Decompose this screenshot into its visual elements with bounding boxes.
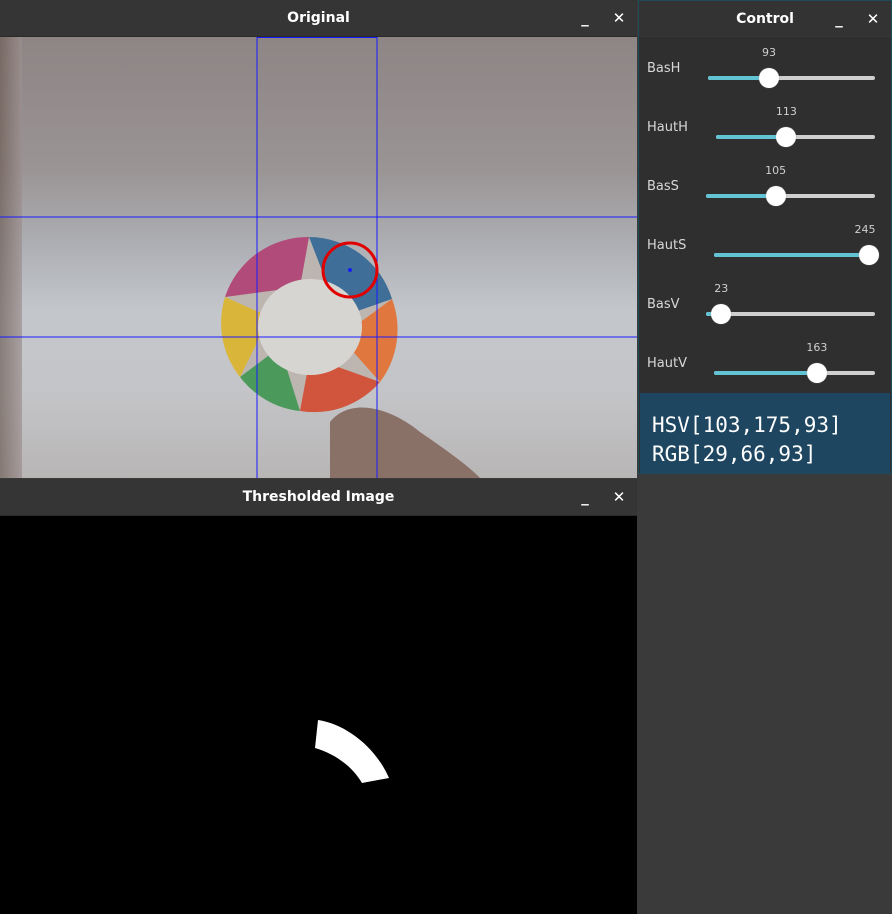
slider-bass: BasS 105: [639, 161, 891, 220]
slider-hauts: HautS 245: [639, 220, 891, 279]
slider-label: BasV: [647, 297, 680, 312]
slider-track[interactable]: [714, 245, 879, 265]
slider-label: HautS: [647, 238, 687, 253]
slider-fill: [714, 253, 869, 257]
slider-value: 23: [714, 282, 729, 295]
close-icon[interactable]: ✕: [609, 8, 629, 28]
slider-label: HautH: [647, 120, 688, 135]
rgb-readout: RGB[29,66,93]: [652, 442, 817, 466]
slider-handle[interactable]: [858, 245, 879, 265]
slider-value: 105: [765, 164, 787, 177]
window-title: Thresholded Image: [242, 489, 395, 505]
slider-label: BasS: [647, 179, 679, 194]
slider-track[interactable]: [716, 127, 875, 147]
slider-handle[interactable]: [806, 363, 827, 383]
slider-handle[interactable]: [765, 186, 786, 206]
slider-value: 93: [761, 46, 776, 59]
slider-handle[interactable]: [711, 304, 732, 324]
mask-blob: [315, 720, 389, 783]
threshold-view[interactable]: [0, 516, 637, 914]
original-window: Original _ ✕: [0, 0, 637, 478]
thresholded-window: Thresholded Image _ ✕: [0, 479, 637, 914]
hsv-readout: HSV[103,175,93]: [652, 413, 842, 437]
hand-shape: [330, 407, 480, 478]
slider-label: HautV: [647, 356, 687, 371]
slider-value: 163: [806, 341, 828, 354]
slider-handle[interactable]: [776, 127, 797, 147]
camera-view[interactable]: [0, 37, 637, 478]
slider-track[interactable]: [714, 363, 875, 383]
slider-hautv: HautV 163: [639, 338, 891, 397]
thresholded-titlebar[interactable]: Thresholded Image _ ✕: [0, 479, 637, 516]
slider-value: 113: [775, 105, 797, 118]
slider-fill: [714, 371, 817, 375]
detection-center-dot: [348, 268, 352, 272]
slider-track[interactable]: [708, 68, 875, 88]
slider-handle[interactable]: [758, 68, 779, 88]
control-window: Control _ ✕ BasH 93 HautH 113 BasS 105 HautS 24…: [638, 0, 892, 474]
minimize-icon[interactable]: _: [575, 8, 595, 28]
window-title: Original: [287, 10, 350, 26]
slider-bash: BasH 93: [639, 43, 891, 102]
control-titlebar[interactable]: Control _ ✕: [639, 1, 891, 39]
slider-basv: BasV 23: [639, 279, 891, 338]
ball: [221, 236, 398, 413]
window-title: Control: [736, 11, 794, 27]
close-icon[interactable]: ✕: [863, 9, 883, 29]
slider-hauth: HautH 113: [639, 102, 891, 161]
camera-overlay: [0, 37, 637, 478]
close-icon[interactable]: ✕: [609, 487, 629, 507]
slider-track[interactable]: [706, 304, 875, 324]
minimize-icon[interactable]: _: [575, 487, 595, 507]
slider-track[interactable]: [706, 186, 875, 206]
minimize-icon[interactable]: _: [829, 9, 849, 29]
color-readout: HSV[103,175,93] RGB[29,66,93]: [640, 393, 890, 473]
threshold-mask: [315, 720, 389, 783]
original-titlebar[interactable]: Original _ ✕: [0, 0, 637, 37]
slider-value: 245: [854, 223, 876, 236]
slider-label: BasH: [647, 61, 681, 76]
